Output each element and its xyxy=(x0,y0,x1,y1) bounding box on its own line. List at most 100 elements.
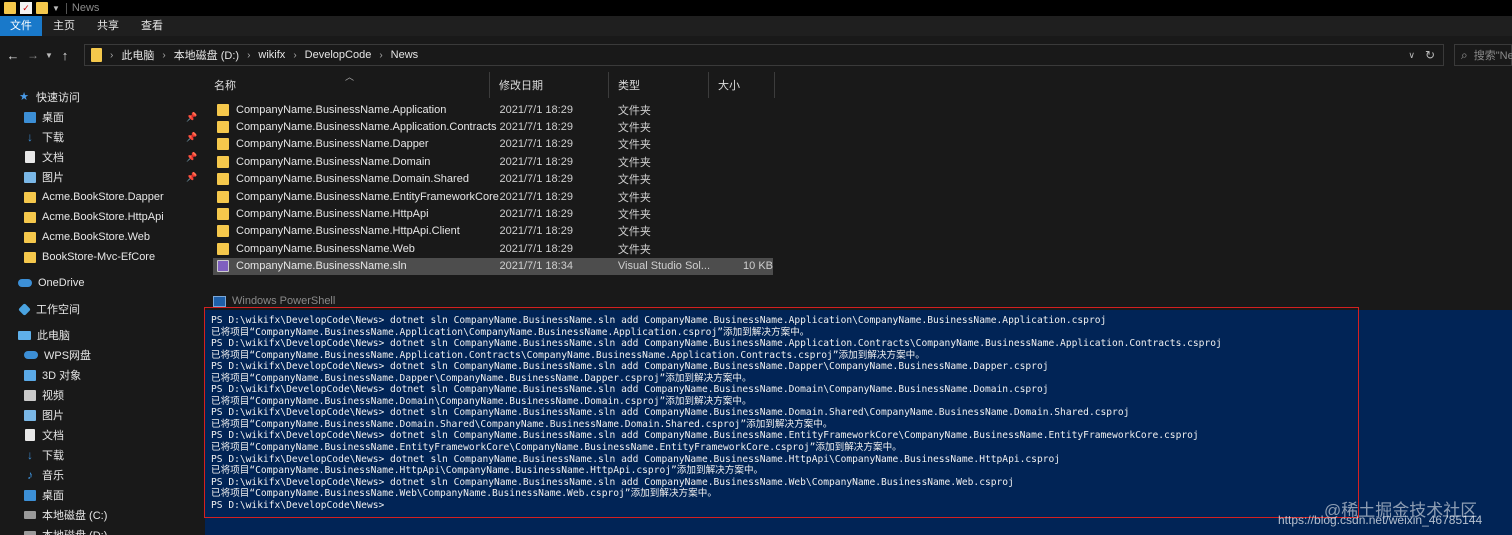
recent-locations-chevron-icon[interactable]: ▼ xyxy=(43,51,55,60)
back-arrow-icon[interactable]: ← xyxy=(3,48,23,63)
folder-icon xyxy=(24,211,36,223)
refresh-icon[interactable]: ↻ xyxy=(1425,48,1435,62)
tab-file[interactable]: 文件 xyxy=(0,16,42,36)
desktop-icon xyxy=(24,111,36,123)
nav-label: Acme.BookStore.HttpApi xyxy=(42,211,164,223)
tab-home[interactable]: 主页 xyxy=(42,16,86,36)
nav-acme-web[interactable]: Acme.BookStore.Web xyxy=(24,227,224,247)
nav-onedrive[interactable]: OneDrive xyxy=(18,273,218,293)
nav-label: 此电脑 xyxy=(37,330,70,342)
breadcrumb-this-pc[interactable]: 此电脑 xyxy=(121,47,154,63)
highlight-frame xyxy=(204,307,1359,518)
nav-music[interactable]: ♪ 音乐 xyxy=(24,465,224,485)
folder-icon xyxy=(217,103,229,116)
properties-icon[interactable]: ✓ xyxy=(20,2,32,14)
file-name: CompanyName.BusinessName.Domain xyxy=(236,155,431,168)
nav-bookstore-mvc[interactable]: BookStore-Mvc-EfCore xyxy=(24,247,224,267)
folder-icon xyxy=(217,190,229,203)
download-icon: ↓ xyxy=(27,130,33,144)
file-date: 2021/7/1 18:29 xyxy=(499,120,573,133)
column-header-name[interactable]: 名称 xyxy=(205,72,490,98)
download-icon: ↓ xyxy=(27,448,33,462)
up-arrow-icon[interactable]: ↑ xyxy=(55,48,75,63)
file-row[interactable]: CompanyName.BusinessName.Domain.Shared 2… xyxy=(213,171,773,188)
folder-icon xyxy=(24,251,36,263)
nav-workspace[interactable]: 工作空间 xyxy=(18,299,218,319)
column-header-size[interactable]: 大小 xyxy=(709,72,775,98)
file-type: 文件夹 xyxy=(617,226,651,239)
computer-icon xyxy=(18,330,31,340)
column-header-date[interactable]: 修改日期 xyxy=(490,72,609,98)
watermark-url: https://blog.csdn.net/weixin_46785144 xyxy=(1278,513,1483,527)
folder-icon xyxy=(217,138,229,151)
breadcrumb-separator-icon[interactable]: › xyxy=(293,50,296,61)
breadcrumb-separator-icon[interactable]: › xyxy=(379,50,382,61)
breadcrumb-separator-icon[interactable]: › xyxy=(110,50,113,61)
nav-label: 本地磁盘 (D:) xyxy=(42,527,107,535)
file-row[interactable]: CompanyName.BusinessName.HttpApi 2021/7/… xyxy=(213,205,773,222)
breadcrumb-drive-d[interactable]: 本地磁盘 (D:) xyxy=(174,47,239,63)
nav-drive-d[interactable]: 本地磁盘 (D:) xyxy=(24,525,224,535)
file-row[interactable]: CompanyName.BusinessName.Dapper 2021/7/1… xyxy=(213,136,773,153)
nav-pictures[interactable]: 图片 xyxy=(24,405,224,425)
nav-quick-access[interactable]: ★ 快速访问 xyxy=(18,87,218,107)
tab-share[interactable]: 共享 xyxy=(86,16,130,36)
file-type: 文件夹 xyxy=(617,156,651,169)
nav-label: 视频 xyxy=(42,390,64,402)
nav-3d-objects[interactable]: 3D 对象 xyxy=(24,365,224,385)
address-row: ← → ▼ ↑ › 此电脑 › 本地磁盘 (D:) › wikifx › Dev… xyxy=(0,41,1512,69)
file-row[interactable]: CompanyName.BusinessName.EntityFramework… xyxy=(213,188,773,205)
file-date: 2021/7/1 18:29 xyxy=(499,173,573,186)
file-row-selected[interactable]: CompanyName.BusinessName.sln 2021/7/1 18… xyxy=(213,257,773,275)
breadcrumb-wikifx[interactable]: wikifx xyxy=(258,49,285,61)
file-type: 文件夹 xyxy=(617,139,651,152)
ribbon-tabs: 文件 主页 共享 查看 xyxy=(0,16,1512,36)
nav-documents[interactable]: 文档 xyxy=(24,425,224,445)
forward-arrow-icon[interactable]: → xyxy=(23,48,43,62)
folder-icon xyxy=(217,173,229,186)
file-row[interactable]: CompanyName.BusinessName.Domain 2021/7/1… xyxy=(213,153,773,170)
address-bar[interactable]: › 此电脑 › 本地磁盘 (D:) › wikifx › DevelopCode… xyxy=(84,44,1444,66)
pin-icon[interactable]: 📌 xyxy=(186,132,197,143)
nav-desktop[interactable]: 桌面 xyxy=(24,485,224,505)
file-row[interactable]: CompanyName.BusinessName.Web 2021/7/1 18… xyxy=(213,240,773,257)
folder-icon xyxy=(217,155,229,168)
nav-downloads[interactable]: ↓ 下载 xyxy=(24,445,224,465)
picture-icon xyxy=(24,409,36,421)
new-folder-icon[interactable] xyxy=(36,2,48,14)
nav-drive-c[interactable]: 本地磁盘 (C:) xyxy=(24,505,224,525)
breadcrumb-separator-icon[interactable]: › xyxy=(247,50,250,61)
file-date: 2021/7/1 18:29 xyxy=(499,242,573,255)
file-date: 2021/7/1 18:29 xyxy=(499,155,573,168)
column-header-type[interactable]: 类型 xyxy=(609,72,709,98)
customize-toolbar-chevron-icon[interactable]: ▼ xyxy=(52,4,60,13)
breadcrumb-separator-icon[interactable]: › xyxy=(162,50,165,61)
pin-icon[interactable]: 📌 xyxy=(186,172,197,183)
nav-this-pc[interactable]: 此电脑 xyxy=(18,325,218,345)
nav-videos[interactable]: 视频 xyxy=(24,385,224,405)
file-date: 2021/7/1 18:29 xyxy=(499,225,573,238)
folder-icon xyxy=(24,191,36,203)
tab-view[interactable]: 查看 xyxy=(130,16,174,36)
search-icon: ⌕ xyxy=(1461,47,1468,62)
nav-wps-drive[interactable]: WPS网盘 xyxy=(24,345,224,365)
file-row[interactable]: CompanyName.BusinessName.Application.Con… xyxy=(213,118,773,135)
breadcrumb-news[interactable]: News xyxy=(391,49,419,61)
document-icon xyxy=(25,151,35,163)
file-name: CompanyName.BusinessName.EntityFramework… xyxy=(236,190,499,203)
nav-label: BookStore-Mvc-EfCore xyxy=(42,251,156,263)
search-input[interactable]: ⌕ 搜索"News" xyxy=(1454,44,1512,66)
file-row[interactable]: CompanyName.BusinessName.HttpApi.Client … xyxy=(213,223,773,240)
nav-acme-httpapi[interactable]: Acme.BookStore.HttpApi xyxy=(24,207,224,227)
pin-icon[interactable]: 📌 xyxy=(186,112,197,123)
address-dropdown-chevron-icon[interactable]: ∨ xyxy=(1408,50,1415,61)
document-icon xyxy=(25,429,35,441)
file-date: 2021/7/1 18:29 xyxy=(499,207,573,220)
breadcrumb-developcode[interactable]: DevelopCode xyxy=(305,49,372,61)
file-name: CompanyName.BusinessName.Dapper xyxy=(236,138,429,151)
nav-label: Acme.BookStore.Dapper xyxy=(42,191,164,203)
file-row[interactable]: CompanyName.BusinessName.Application 202… xyxy=(213,101,773,118)
pin-icon[interactable]: 📌 xyxy=(186,152,197,163)
nav-label: 工作空间 xyxy=(36,304,80,316)
nav-acme-dapper[interactable]: Acme.BookStore.Dapper xyxy=(24,187,224,207)
